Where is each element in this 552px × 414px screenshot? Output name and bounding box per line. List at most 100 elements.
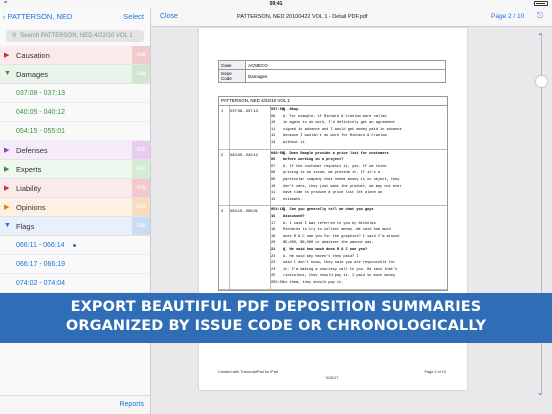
case-meta-table: Case ACMECO Issue Code Damages: [218, 60, 446, 83]
line-text: pricing is an issue, we provide it. If i…: [283, 171, 381, 176]
battery-icon: [534, 1, 548, 6]
document-title: PATTERSON, NED 20100422 VOL 1 - Detail P…: [237, 14, 368, 20]
excerpt-range: 037:08 - 037:13: [16, 90, 66, 97]
edit-button[interactable]: Edit: [132, 198, 150, 216]
page-scrubber[interactable]: ⌃ ⌄: [535, 30, 549, 400]
edit-button[interactable]: Edit: [132, 141, 150, 159]
line-number: 24: [271, 267, 276, 272]
search-input[interactable]: ⚲ Search PATTERSON, NED 4/22/10 VOL 1: [6, 30, 144, 42]
line-number: 21: [271, 247, 276, 252]
transcript-line: 18 Richards to try to collect money. We s…: [271, 227, 446, 234]
issue-row[interactable]: ▼ Flags Edit: [0, 217, 150, 236]
close-button[interactable]: Close: [160, 13, 178, 20]
line-text: Q. Does Sample provide a price list for …: [283, 151, 389, 156]
issue-row[interactable]: ▶ Experts Edit: [0, 160, 150, 179]
edit-button[interactable]: Edit: [132, 179, 150, 197]
line-number: 06: [271, 158, 276, 163]
line-number: 11: [271, 191, 276, 196]
deposition-table: PATTERSON, NED 4/22/10 VOL 1 1 037:08 - 0…: [218, 96, 448, 291]
line-text: to them, they should pay it.: [283, 280, 344, 285]
issue-row[interactable]: ▶ Causation Edit: [0, 46, 150, 65]
excerpt-item[interactable]: 074:02 - 074:04: [0, 274, 150, 293]
transcript-line: 11 have time to produce a price list let …: [271, 190, 446, 197]
line-number: 17: [271, 221, 276, 226]
line-number: 10: [271, 121, 276, 126]
triangle-down-icon[interactable]: ▼: [4, 222, 11, 229]
transcript-line: 23 said I don't know, they said you are r…: [271, 260, 446, 267]
page-indicator[interactable]: Page 2 / 10: [491, 13, 524, 20]
line-text: ridiculous, they should pay it. I paid s…: [283, 274, 396, 279]
line-text: before working on a project?: [283, 158, 344, 163]
line-text: signed in advance and I would get money …: [283, 127, 402, 132]
line-text: it. I'm making a courtesy call to you. H…: [283, 267, 398, 272]
share-icon[interactable]: ⎋: [537, 11, 543, 21]
transcript-line: 25 ridiculous, they should pay it. I paid…: [271, 273, 446, 280]
excerpt-item[interactable]: 066:17 - 066:19: [0, 255, 150, 274]
line-number: 09: [271, 114, 276, 119]
line-number: 10: [271, 184, 276, 189]
line-text: does R & C owe you for the graphics? I s…: [283, 234, 400, 239]
transcript-line: 12 estimate.: [271, 197, 446, 204]
issue-label: Experts: [16, 165, 42, 174]
meta-row: Case ACMECO: [218, 60, 446, 70]
edit-button[interactable]: Edit: [132, 65, 150, 83]
transcript-line: 09 particular company that seems money is…: [271, 177, 446, 184]
excerpt-range: 066:11 - 066:14: [16, 242, 65, 249]
line-text: A. He said why haven't they paid? I: [283, 254, 359, 259]
triangle-right-icon[interactable]: ▶: [4, 203, 9, 211]
line-text: don't care, they just want the product, …: [283, 184, 402, 189]
line-number: 22: [271, 254, 276, 259]
transcript-line: 055:01to them, they should pay it.: [271, 280, 446, 287]
excerpt-item[interactable]: 037:08 - 037:13: [0, 84, 150, 103]
search-icon: ⚲: [12, 33, 17, 39]
line-text: because I wouldn't do work for Richard &…: [283, 134, 387, 139]
line-text: in again to do work, I'd definitely get …: [283, 121, 396, 126]
triangle-right-icon[interactable]: ▶: [4, 165, 9, 173]
triangle-down-icon[interactable]: ▼: [4, 70, 11, 77]
meta-key: Case: [218, 60, 246, 70]
transcript-line: 11 signed in advance and I would get mone…: [271, 127, 446, 134]
excerpt-range: 066:17 - 066:19: [16, 261, 66, 268]
scrubber-thumb[interactable]: [536, 76, 547, 87]
meta-row: Issue Code Damages: [218, 69, 446, 83]
edit-button[interactable]: Edit: [132, 160, 150, 178]
meta-value: ACMECO: [245, 60, 446, 70]
line-number: 07: [271, 164, 276, 169]
triangle-right-icon[interactable]: ▶: [4, 146, 9, 154]
excerpt-item[interactable]: 054:15 - 055:01: [0, 122, 150, 141]
line-number: 19: [271, 234, 276, 239]
pdf-viewer: Close PATTERSON, NED 20100422 VOL 1 - De…: [151, 8, 552, 414]
line-text: have time to produce a price list let al…: [283, 191, 383, 196]
issue-row[interactable]: ▶ Opinions Edit: [0, 198, 150, 217]
triangle-right-icon[interactable]: ▶: [4, 51, 9, 59]
excerpt-item[interactable]: 040:05 - 040:12: [0, 103, 150, 122]
footer-created-with: Created with TranscriptPad for iPad: [218, 370, 278, 374]
transcript-line: 20 $5,000, $6,000 or whatever the amount …: [271, 240, 446, 247]
issue-row[interactable]: ▼ Damages Edit: [0, 65, 150, 84]
edit-button[interactable]: Edit: [132, 46, 150, 64]
line-text: Q. He said how much does R & C owe you?: [283, 247, 368, 252]
select-button[interactable]: Select: [123, 12, 144, 21]
issue-row[interactable]: ▶ Liability Edit: [0, 179, 150, 198]
excerpt-entry: 3 054:15 - 055:01 054:15Q. Can you general…: [219, 206, 447, 290]
triangle-right-icon[interactable]: ▶: [4, 184, 9, 192]
excerpt-item[interactable]: 066:11 - 066:14: [0, 236, 150, 255]
back-button[interactable]: ‹ PATTERSON, NED: [3, 12, 72, 21]
line-number: 055:01: [271, 280, 284, 285]
line-number: 25: [271, 274, 276, 279]
reports-button[interactable]: Reports: [119, 401, 144, 408]
edit-button[interactable]: Edit: [132, 217, 150, 235]
line-number: 08: [271, 171, 276, 176]
line-text: Q. Okay.: [283, 108, 301, 112]
transcript-line: 24 it. I'm making a courtesy call to you.…: [271, 267, 446, 274]
chevron-down-icon[interactable]: ⌄: [537, 388, 544, 397]
line-number: 20: [271, 241, 276, 246]
excerpt-entry: 2 040:05 - 040:12 040:05Q. Does Sample pro…: [219, 149, 447, 207]
issue-label: Flags: [16, 222, 35, 231]
chevron-up-icon[interactable]: ⌃: [537, 32, 544, 41]
line-text: without it.: [283, 140, 307, 145]
issue-row[interactable]: ▶ Defenses Edit: [0, 141, 150, 160]
transcript-line: 12 because I wouldn't do work for Richard…: [271, 133, 446, 140]
line-number: 12: [271, 134, 276, 139]
sidebar-nav-bar: ‹ PATTERSON, NED Select: [0, 8, 150, 26]
